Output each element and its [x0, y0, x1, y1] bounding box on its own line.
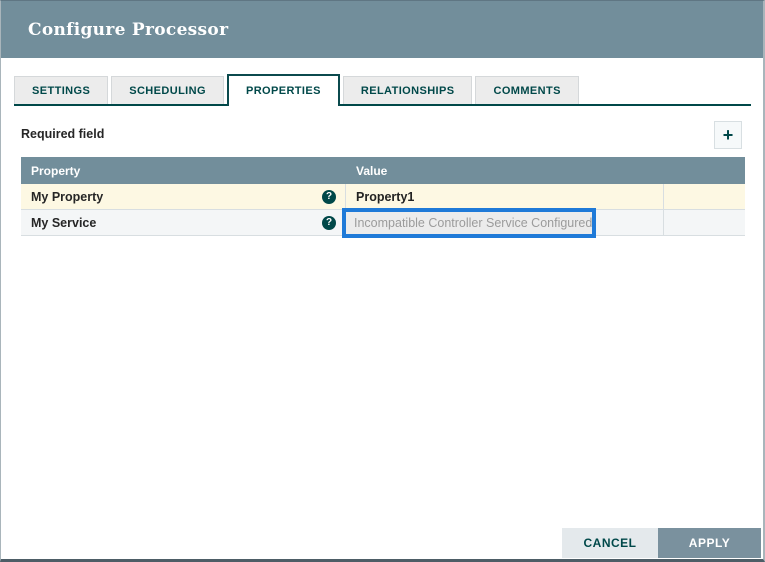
property-value-cell[interactable]: Property1 — [346, 184, 664, 209]
help-icon[interactable]: ? — [322, 190, 336, 204]
tab-scheduling-label: SCHEDULING — [129, 85, 206, 97]
tab-settings[interactable]: SETTINGS — [14, 76, 108, 104]
apply-button[interactable]: APPLY — [658, 528, 761, 558]
tab-bar: SETTINGS SCHEDULING PROPERTIES RELATIONS… — [14, 76, 751, 106]
dialog-footer: CANCEL APPLY — [562, 528, 761, 558]
dialog-header: Configure Processor — [1, 1, 763, 58]
table-header-row: Property Value — [21, 157, 745, 184]
add-property-button[interactable]: + — [714, 121, 742, 149]
property-name: My Property — [31, 190, 103, 204]
table-row-my-property: My Property ? Property1 — [21, 184, 745, 210]
property-value: Incompatible Controller Service Configur… — [354, 216, 592, 230]
incompatible-service-highlight[interactable]: Incompatible Controller Service Configur… — [342, 208, 596, 238]
property-value: Property1 — [356, 190, 414, 204]
tab-scheduling[interactable]: SCHEDULING — [111, 76, 224, 104]
help-icon[interactable]: ? — [322, 216, 336, 230]
plus-icon: + — [723, 125, 734, 145]
tab-comments[interactable]: COMMENTS — [475, 76, 578, 104]
properties-table: Property Value My Property ? Property1 M… — [21, 157, 745, 236]
column-header-property: Property — [21, 164, 346, 178]
column-header-value: Value — [346, 164, 664, 178]
cancel-button[interactable]: CANCEL — [562, 528, 658, 558]
configure-processor-dialog: Configure Processor SETTINGS SCHEDULING … — [0, 0, 765, 562]
tab-relationships-label: RELATIONSHIPS — [361, 85, 455, 97]
tab-comments-label: COMMENTS — [493, 85, 560, 97]
row-extra-cell — [664, 210, 745, 235]
tab-relationships[interactable]: RELATIONSHIPS — [343, 76, 473, 104]
tab-settings-label: SETTINGS — [32, 85, 90, 97]
row-extra-cell — [664, 184, 745, 209]
property-name: My Service — [31, 216, 96, 230]
tab-properties-label: PROPERTIES — [246, 85, 321, 97]
property-name-cell: My Property ? — [21, 184, 346, 209]
tab-properties[interactable]: PROPERTIES — [227, 74, 340, 106]
table-row-my-service: My Service ? Incompatible Controller Ser… — [21, 210, 745, 236]
property-value-cell[interactable]: Incompatible Controller Service Configur… — [346, 210, 664, 235]
property-name-cell: My Service ? — [21, 210, 346, 235]
required-field-label: Required field — [21, 127, 104, 141]
dialog-title: Configure Processor — [28, 20, 228, 40]
